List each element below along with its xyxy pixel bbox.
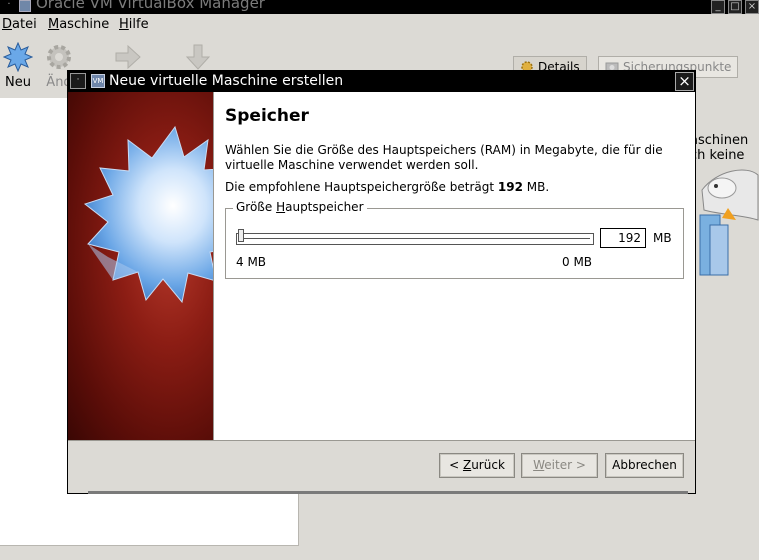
virtualbox-icon xyxy=(19,0,31,12)
arrow-right-icon xyxy=(115,44,141,70)
main-window-titlebar: · Oracle VM VirtualBox Manager _ □ × xyxy=(0,0,759,14)
page-description: Wählen Sie die Größe des Hauptspeichers … xyxy=(225,143,663,172)
gear-icon xyxy=(47,45,71,69)
memory-min-label: 4 MB xyxy=(236,255,267,269)
menubar: Datei Maschine Hilfe xyxy=(0,14,759,36)
divider xyxy=(68,440,695,441)
wizard-page: Speicher Wählen Sie die Größe des Haupts… xyxy=(213,92,695,440)
dialog-titlebar: · VM Neue virtuelle Maschine erstellen × xyxy=(68,71,695,92)
window-menu-icon[interactable]: · xyxy=(2,0,16,14)
slider-groove xyxy=(236,233,594,245)
window-menu-icon[interactable]: · xyxy=(70,73,86,89)
wizard-banner-image xyxy=(68,92,213,440)
menu-maschine[interactable]: Maschine xyxy=(48,17,109,32)
back-button[interactable]: < Zurück xyxy=(439,453,515,478)
close-icon[interactable]: × xyxy=(675,72,694,91)
memory-max-label: 0 MB xyxy=(562,255,593,269)
new-button[interactable]: Neu xyxy=(2,42,34,90)
memory-slider[interactable] xyxy=(236,229,594,247)
next-button[interactable]: Weiter > xyxy=(521,453,598,478)
memory-size-input[interactable] xyxy=(600,228,646,248)
cancel-button[interactable]: Abbrechen xyxy=(605,453,684,478)
maximize-icon[interactable]: □ xyxy=(728,0,742,14)
main-window-title: Oracle VM VirtualBox Manager xyxy=(36,0,265,12)
arrow-down-icon xyxy=(185,44,211,70)
dialog-title: Neue virtuelle Maschine erstellen xyxy=(109,73,344,89)
menu-datei[interactable]: Datei xyxy=(2,17,37,32)
dialog-bottom-edge xyxy=(88,491,688,494)
close-icon[interactable]: × xyxy=(745,0,759,14)
menu-hilfe[interactable]: Hilfe xyxy=(119,17,149,32)
virtualbox-icon: VM xyxy=(91,74,105,88)
minimize-icon[interactable]: _ xyxy=(711,0,725,14)
new-vm-wizard-dialog: · VM Neue virtuelle Maschine erstellen ×… xyxy=(67,70,696,494)
virtualbox-mascot-image xyxy=(699,169,759,276)
memory-size-group: Größe Hauptspeicher MB 4 MB 0 MB xyxy=(225,200,684,279)
slider-handle[interactable] xyxy=(238,229,244,242)
memory-size-label: Größe Hauptspeicher xyxy=(233,200,367,214)
page-title: Speicher xyxy=(225,106,309,126)
starburst-icon xyxy=(83,125,213,304)
recommended-memory-value: 192 xyxy=(497,180,523,194)
recommended-memory-text: Die empfohlene Hauptspeichergröße beträg… xyxy=(225,180,550,194)
new-starburst-icon xyxy=(3,42,33,72)
memory-unit-label: MB xyxy=(653,231,672,245)
welcome-text: aschinen ch keine xyxy=(690,133,749,163)
